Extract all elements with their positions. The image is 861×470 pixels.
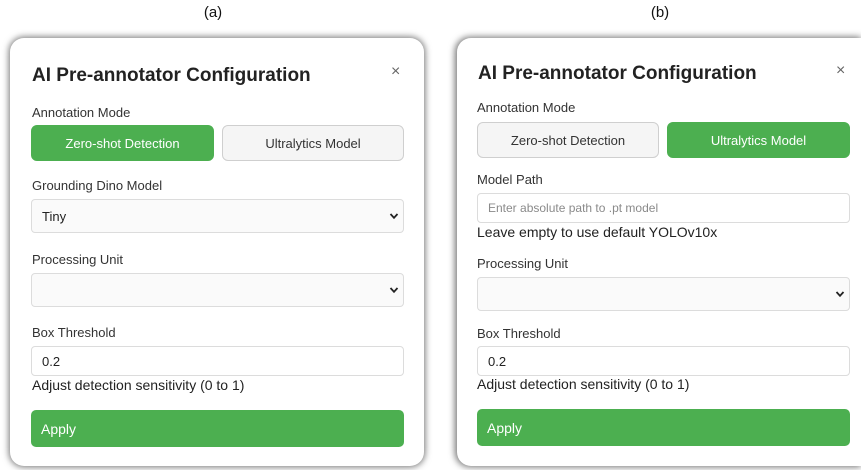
caption-b: (b): [650, 4, 670, 21]
chevron-down-icon: [389, 287, 399, 294]
box-threshold-input[interactable]: 0.2: [31, 346, 404, 376]
config-dialog-b: AI Pre-annotator Configuration × Annotat…: [457, 38, 861, 466]
grounding-dino-model-label: Grounding Dino Model: [32, 178, 163, 193]
zero-shot-detection-button[interactable]: Zero-shot Detection: [31, 125, 214, 161]
threshold-hint: Adjust detection sensitivity (0 to 1): [32, 377, 245, 393]
threshold-hint: Adjust detection sensitivity (0 to 1): [477, 376, 690, 392]
ultralytics-model-button[interactable]: Ultralytics Model: [667, 122, 850, 158]
apply-button[interactable]: Apply: [477, 409, 850, 446]
annotation-mode-label: Annotation Mode: [32, 105, 131, 120]
box-threshold-label: Box Threshold: [477, 326, 561, 341]
annotation-mode-label: Annotation Mode: [477, 100, 576, 115]
zero-shot-detection-button[interactable]: Zero-shot Detection: [477, 122, 659, 158]
box-threshold-input[interactable]: 0.2: [477, 346, 850, 376]
caption-a: (a): [203, 4, 223, 21]
processing-unit-select[interactable]: [477, 277, 850, 311]
config-dialog-a: AI Pre-annotator Configuration × Annotat…: [10, 38, 424, 466]
model-path-hint: Leave empty to use default YOLOv10x: [477, 224, 718, 240]
close-icon[interactable]: ×: [391, 64, 400, 80]
box-threshold-label: Box Threshold: [32, 325, 116, 340]
select-value: Tiny: [42, 208, 67, 224]
apply-button[interactable]: Apply: [31, 410, 404, 447]
chevron-down-icon: [389, 213, 399, 220]
processing-unit-label: Processing Unit: [477, 256, 569, 271]
dialog-title: AI Pre-annotator Configuration: [32, 65, 311, 86]
chevron-down-icon: [835, 291, 845, 298]
model-path-label: Model Path: [477, 172, 543, 187]
model-path-input[interactable]: Enter absolute path to .pt model: [477, 193, 850, 223]
dialog-title: AI Pre-annotator Configuration: [478, 63, 757, 84]
ultralytics-model-button[interactable]: Ultralytics Model: [222, 125, 404, 161]
processing-unit-label: Processing Unit: [32, 252, 124, 267]
grounding-dino-model-select[interactable]: Tiny: [31, 199, 404, 233]
processing-unit-select[interactable]: [31, 273, 404, 307]
close-icon[interactable]: ×: [836, 63, 845, 79]
